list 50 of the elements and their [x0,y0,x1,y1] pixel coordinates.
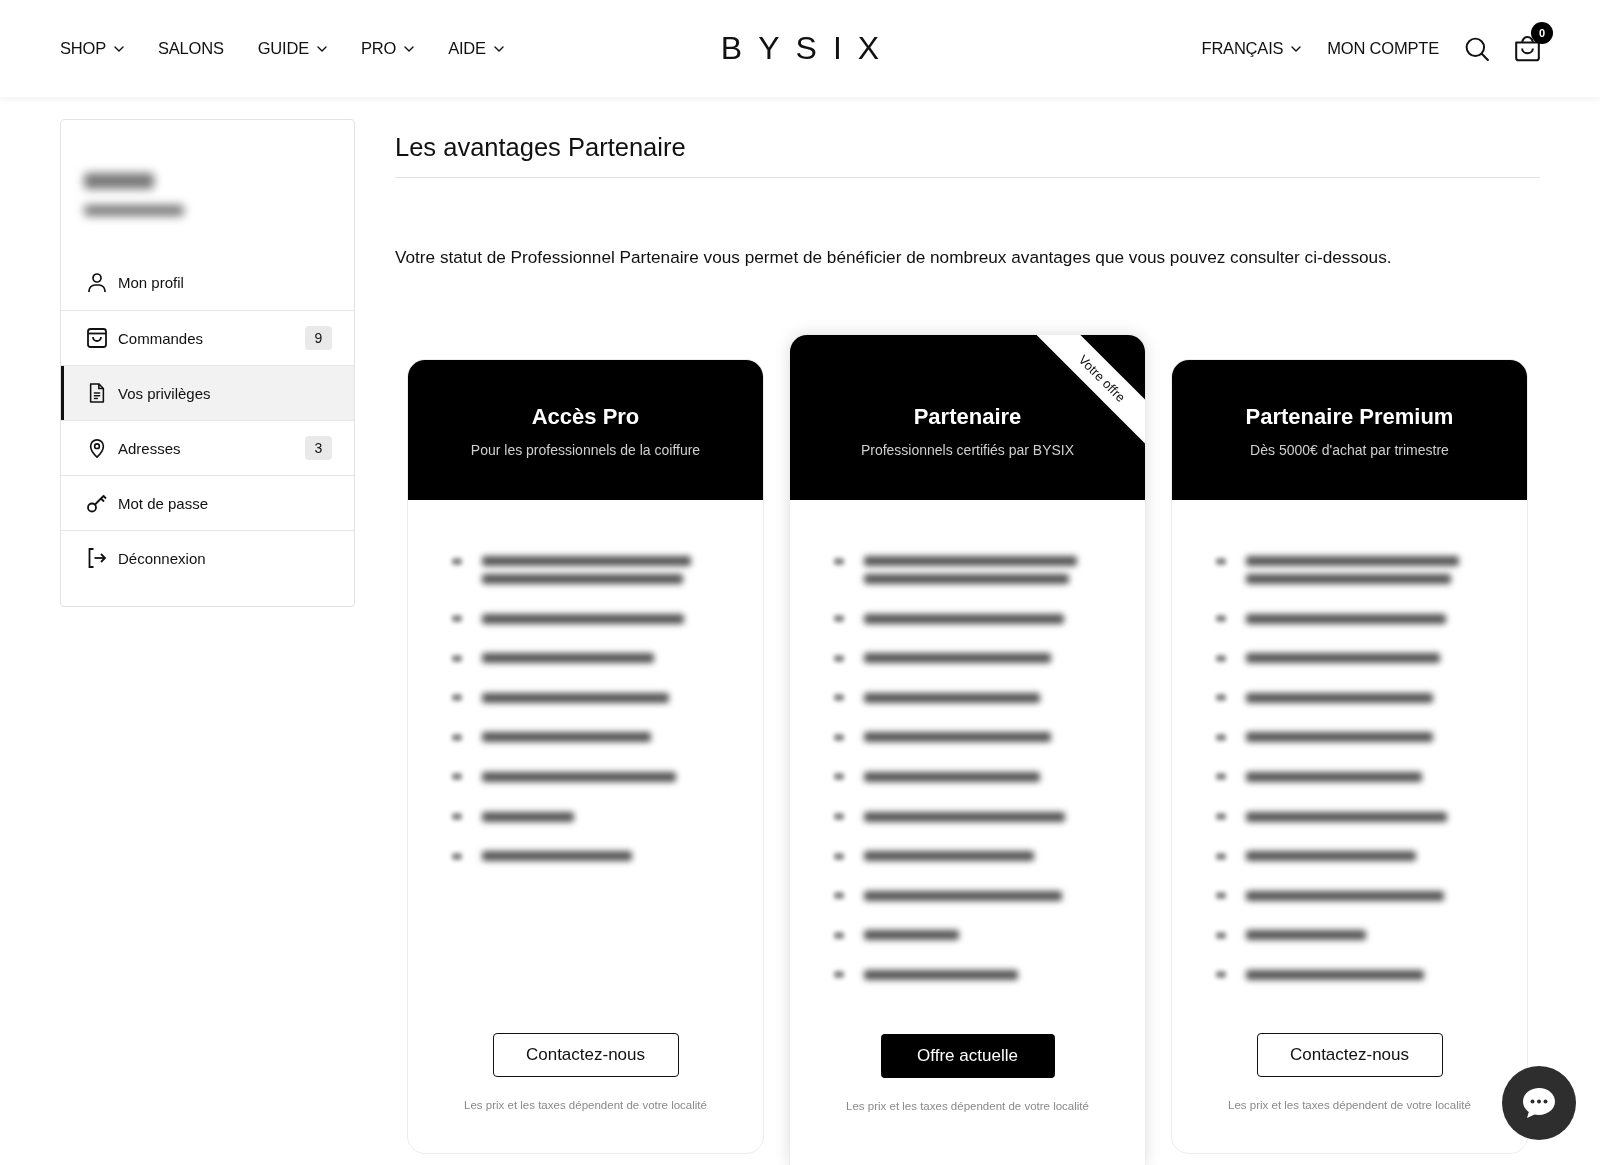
price-note: Les prix et les taxes dépendent de votre localité [464,1098,707,1112]
chevron-down-icon [404,45,415,52]
nav-link[interactable]: SHOP [60,39,124,58]
sidebar-item-label: Vos privilèges [118,384,211,402]
sidebar-item[interactable]: Mon profil [61,255,354,310]
account-link[interactable]: MON COMPTE [1327,39,1439,58]
cart-count-badge: 0 [1531,21,1553,44]
map-pin-icon [87,438,107,458]
chevron-down-icon [1291,45,1302,52]
sidebar-item-label: Mot de passe [118,494,209,512]
plan-subtitle: Pour les professionnels de la coiffure [470,441,701,459]
contact-button[interactable]: Contactez-nous [492,1033,679,1077]
sidebar-item-label: Déconnexion [118,549,206,567]
sidebar-item[interactable]: Mot de passe [61,475,354,530]
nav-link[interactable]: PRO [361,39,415,58]
count-badge: 3 [305,436,332,460]
contact-button[interactable]: Contactez-nous [1256,1033,1443,1077]
chevron-down-icon [317,45,327,52]
document-icon [87,383,107,403]
key-icon [87,493,107,513]
sidebar-item-label: Adresses [118,439,181,457]
sidebar-item-label: Commandes [118,329,204,347]
page-title: Les avantages Partenaire [395,132,686,163]
price-note: Les prix et les taxes dépendent de votre localité [846,1099,1089,1113]
sidebar-item[interactable]: Adresses 3 [61,420,354,475]
intro-text: Votre statut de Professionnel Partenaire vous permet de bénéficier de nombreux avantages que vous pouvez consulter ci-dessous. [395,246,1392,269]
price-note: Les prix et les taxes dépendent de votre localité [1228,1098,1471,1112]
plan-title: Partenaire Premium [1245,403,1454,431]
language-selector[interactable]: FRANÇAIS [1201,39,1302,58]
nav-link[interactable]: SALONS [157,39,224,58]
logout-icon [87,548,107,568]
search-icon[interactable] [1465,36,1489,61]
plan-title: Partenaire [913,403,1022,431]
user-icon [87,272,107,293]
logo[interactable]: BYSIX [704,30,896,67]
chat-bubble-icon [1521,1086,1557,1120]
sidebar-item-label: Mon profil [118,274,184,291]
chevron-down-icon [113,45,124,52]
plan-subtitle: Professionnels certifiés par BYSIX [860,441,1075,459]
plan-title: Accès Pro [531,403,640,431]
nav-link[interactable]: GUIDE [257,39,327,58]
current-offer-button[interactable]: Offre actuelle [880,1034,1055,1078]
plan-subtitle: Dès 5000€ d'achat par trimestre [1250,441,1449,459]
sidebar-item[interactable]: Vos privilèges [61,365,354,420]
nav-link[interactable]: AIDE [448,39,504,58]
chevron-down-icon [493,45,504,52]
shopping-bag-icon[interactable] [1515,35,1540,62]
count-badge: 9 [305,326,332,350]
shopping-bag-icon [87,328,107,348]
sidebar-item[interactable]: Déconnexion [61,530,354,585]
